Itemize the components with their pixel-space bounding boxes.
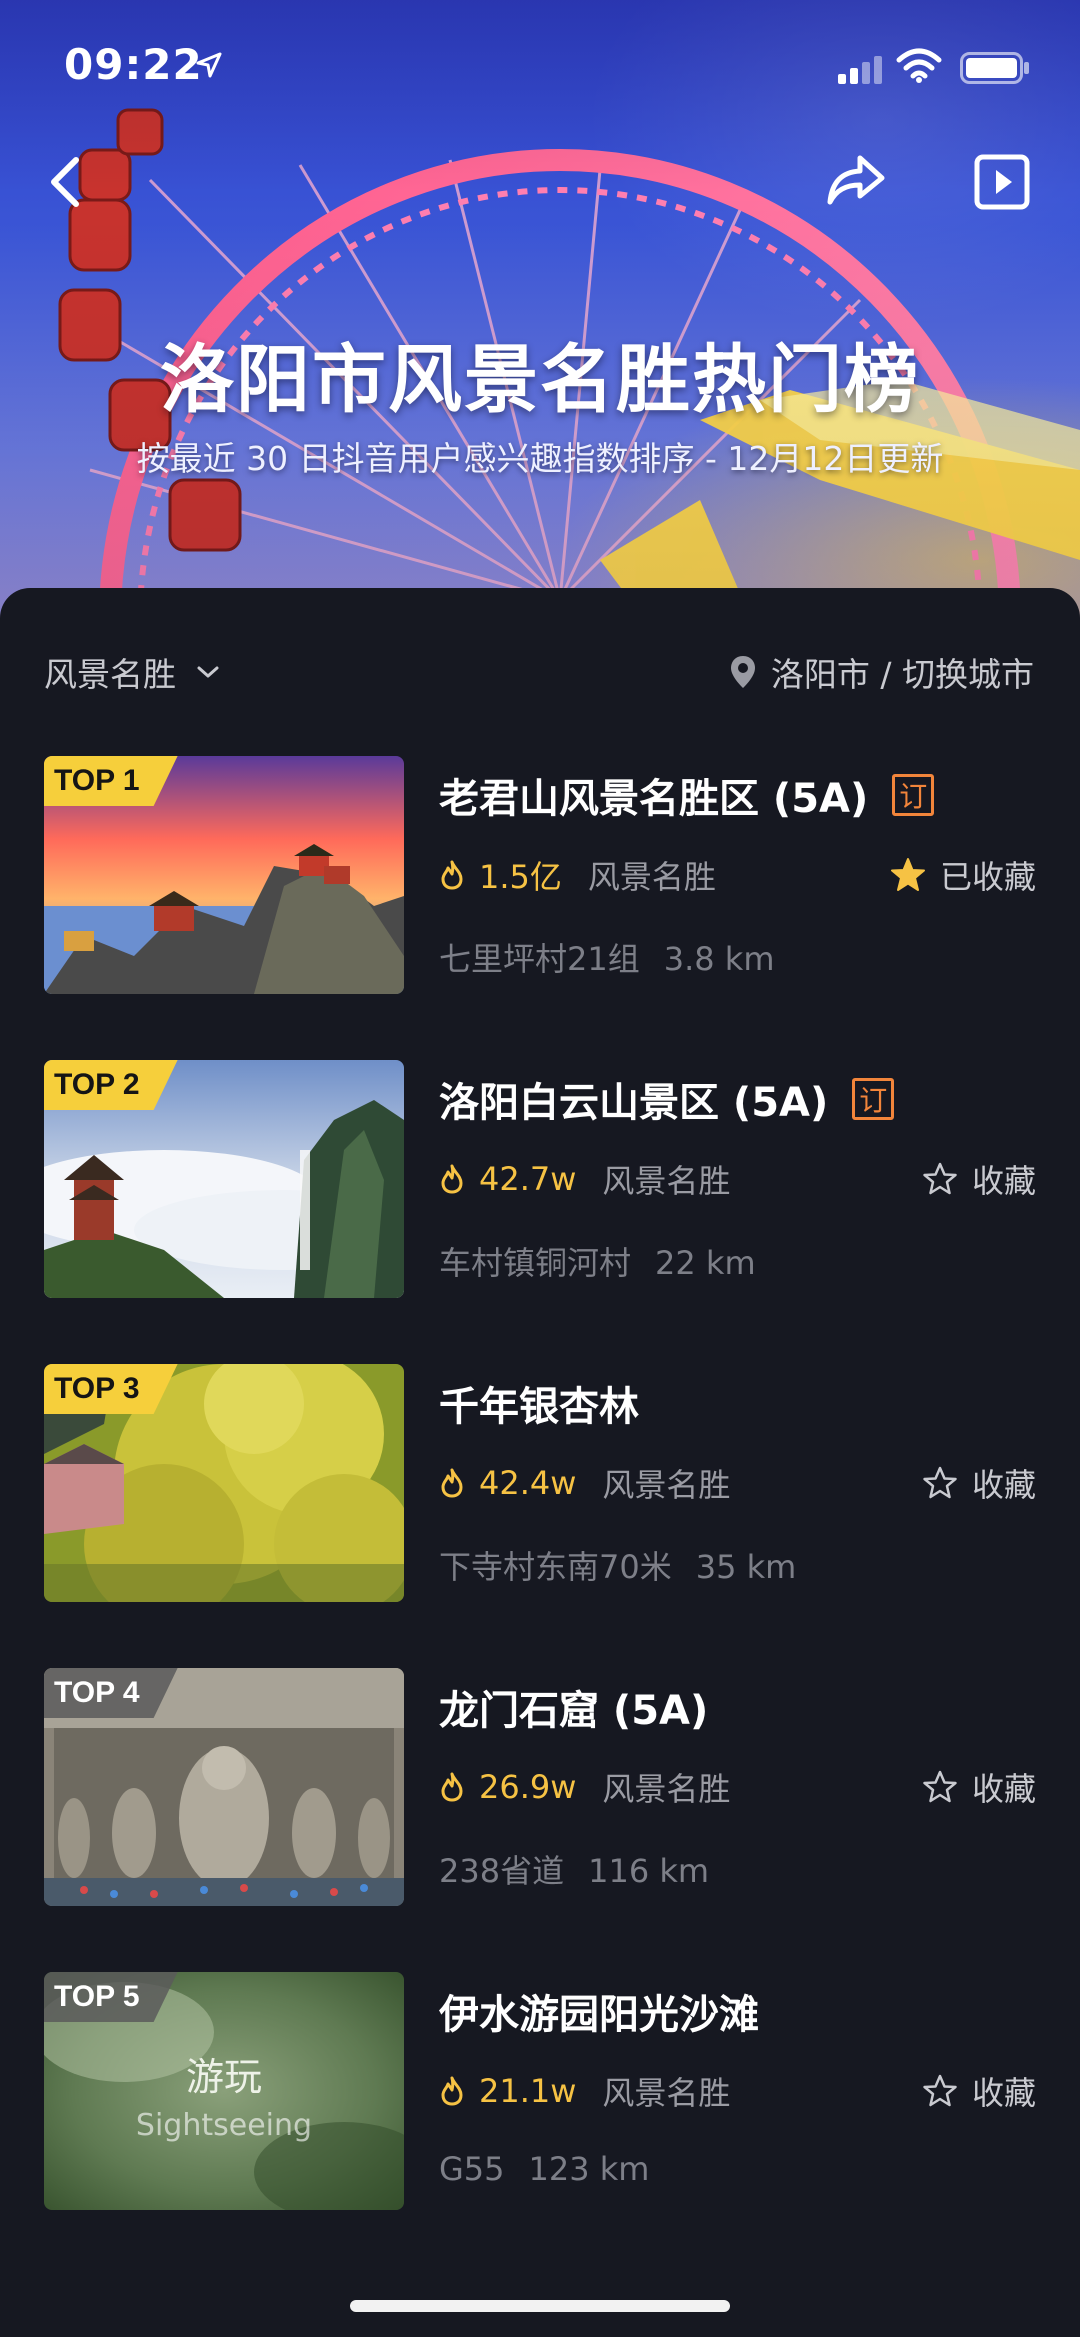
home-indicator[interactable]: [350, 2300, 730, 2312]
category-label: 风景名胜: [602, 2074, 731, 2112]
favorite-label: 已收藏: [939, 858, 1036, 896]
attraction-name: 龙门石窟 (5A): [439, 1688, 709, 1734]
heat-value: 42.7w: [479, 1160, 577, 1198]
heat-metric: 1.5亿 风景名胜: [439, 852, 716, 898]
favorite-button[interactable]: 收藏: [922, 1156, 1036, 1202]
address: 车村镇铜河村: [439, 1244, 632, 1282]
status-time: 09:22: [64, 40, 203, 89]
favorite-label: 收藏: [971, 1162, 1036, 1200]
heat-metric: 42.7w 风景名胜: [439, 1156, 730, 1202]
status-bar: 09:22: [0, 0, 1080, 130]
flame-icon: [441, 1772, 463, 1802]
wifi-icon: [896, 48, 942, 83]
list-item[interactable]: TOP 4 龙门石窟 (5A) 26.9w 风景名胜 收藏 238省道 116 k…: [44, 1668, 1036, 1908]
chevron-down-icon: [197, 666, 219, 678]
attraction-thumbnail: TOP 4: [44, 1668, 404, 1906]
list-item[interactable]: TOP 2 洛阳白云山景区 (5A) 订 42.7w 风景名胜 收藏 车村镇铜河…: [44, 1060, 1036, 1300]
booking-tag: 订: [892, 774, 935, 816]
distance: 116 km: [588, 1852, 710, 1890]
distance: 3.8 km: [663, 940, 775, 978]
city-switcher-label: 洛阳市 / 切换城市: [770, 655, 1034, 694]
address-line: 车村镇铜河村 22 km: [439, 1238, 756, 1284]
address-line: 下寺村东南70米 35 km: [439, 1542, 796, 1588]
flame-icon: [441, 860, 463, 890]
distance: 22 km: [655, 1244, 756, 1282]
category-filter-label: 风景名胜: [44, 655, 176, 694]
category-label: 风景名胜: [587, 858, 716, 896]
favorite-label: 收藏: [971, 1466, 1036, 1504]
favorite-button[interactable]: 收藏: [922, 1764, 1036, 1810]
attraction-name: 老君山风景名胜区 (5A) 订: [439, 766, 935, 824]
address: 七里坪村21组: [439, 940, 640, 978]
heat-metric: 21.1w 风景名胜: [439, 2068, 730, 2114]
booking-tag: 订: [852, 1078, 895, 1120]
ranking-panel: 风景名胜 洛阳市 / 切换城市 TOP 1 老君山风景名胜区 (5A) 订 1.…: [0, 588, 1080, 2337]
battery-icon: [960, 52, 1029, 84]
page-title: 洛阳市风景名胜热门榜: [160, 337, 920, 423]
address: 238省道: [439, 1852, 565, 1890]
thumbnail-subtitle: Sightseeing: [135, 2108, 313, 2143]
favorite-button[interactable]: 收藏: [922, 1460, 1036, 1506]
address-line: 七里坪村21组 3.8 km: [439, 934, 775, 980]
attraction-name: 洛阳白云山景区 (5A) 订: [439, 1070, 895, 1128]
location-arrow-icon: [196, 52, 222, 78]
star-filled-icon: [890, 858, 925, 891]
favorite-label: 收藏: [971, 1770, 1036, 1808]
category-label: 风景名胜: [602, 1466, 731, 1504]
favorite-button[interactable]: 已收藏: [890, 852, 1036, 898]
attraction-thumbnail: TOP 1: [44, 756, 404, 994]
star-outline-icon: [923, 1770, 957, 1803]
list-item[interactable]: TOP 1 老君山风景名胜区 (5A) 订 1.5亿 风景名胜 已收藏 七里坪村…: [44, 756, 1036, 996]
distance: 123 km: [528, 2150, 650, 2188]
heat-value: 26.9w: [479, 1768, 577, 1806]
heat-value: 1.5亿: [479, 858, 562, 896]
address-line: G55 123 km: [439, 2150, 649, 2188]
attraction-name: 千年银杏林: [439, 1384, 639, 1430]
list-item[interactable]: TOP 3 千年银杏林 42.4w 风景名胜 收藏 下寺村东南70米 35 km: [44, 1364, 1036, 1604]
share-icon[interactable]: [826, 152, 886, 208]
address: 下寺村东南70米: [439, 1548, 672, 1586]
attraction-name: 伊水游园阳光沙滩: [439, 1992, 759, 2038]
heat-metric: 26.9w 风景名胜: [439, 1764, 730, 1810]
signal-icon: [838, 56, 882, 84]
distance: 35 km: [695, 1548, 797, 1586]
flame-icon: [441, 1164, 463, 1194]
category-label: 风景名胜: [602, 1162, 731, 1200]
category-filter[interactable]: 风景名胜: [44, 648, 220, 696]
page-subtitle: 按最近 30 日抖音用户感兴趣指数排序 - 12月12日更新: [136, 439, 944, 478]
attraction-thumbnail: TOP 5 游玩 Sightseeing: [44, 1972, 404, 2210]
favorite-label: 收藏: [971, 2074, 1036, 2112]
flame-icon: [441, 1468, 463, 1498]
star-outline-icon: [923, 1162, 957, 1195]
thumbnail-title: 游玩: [185, 2055, 262, 2099]
attraction-thumbnail: TOP 3: [44, 1364, 404, 1602]
heat-value: 42.4w: [479, 1464, 577, 1502]
attraction-thumbnail: TOP 2: [44, 1060, 404, 1298]
address: G55: [439, 2150, 505, 2188]
list-item[interactable]: TOP 5 游玩 Sightseeing 伊水游园阳光沙滩 21.1w 风景名胜…: [44, 1972, 1036, 2212]
city-switcher[interactable]: 洛阳市 / 切换城市: [729, 648, 1034, 696]
star-outline-icon: [923, 1466, 957, 1499]
favorite-button[interactable]: 收藏: [922, 2068, 1036, 2114]
back-icon[interactable]: [46, 152, 86, 212]
heat-metric: 42.4w 风景名胜: [439, 1460, 730, 1506]
heat-value: 21.1w: [479, 2072, 577, 2110]
address-line: 238省道 116 km: [439, 1846, 709, 1892]
video-play-icon[interactable]: [974, 154, 1030, 210]
category-label: 风景名胜: [602, 1770, 731, 1808]
flame-icon: [441, 2076, 463, 2106]
location-pin-icon: [730, 656, 755, 688]
star-outline-icon: [923, 2074, 957, 2107]
